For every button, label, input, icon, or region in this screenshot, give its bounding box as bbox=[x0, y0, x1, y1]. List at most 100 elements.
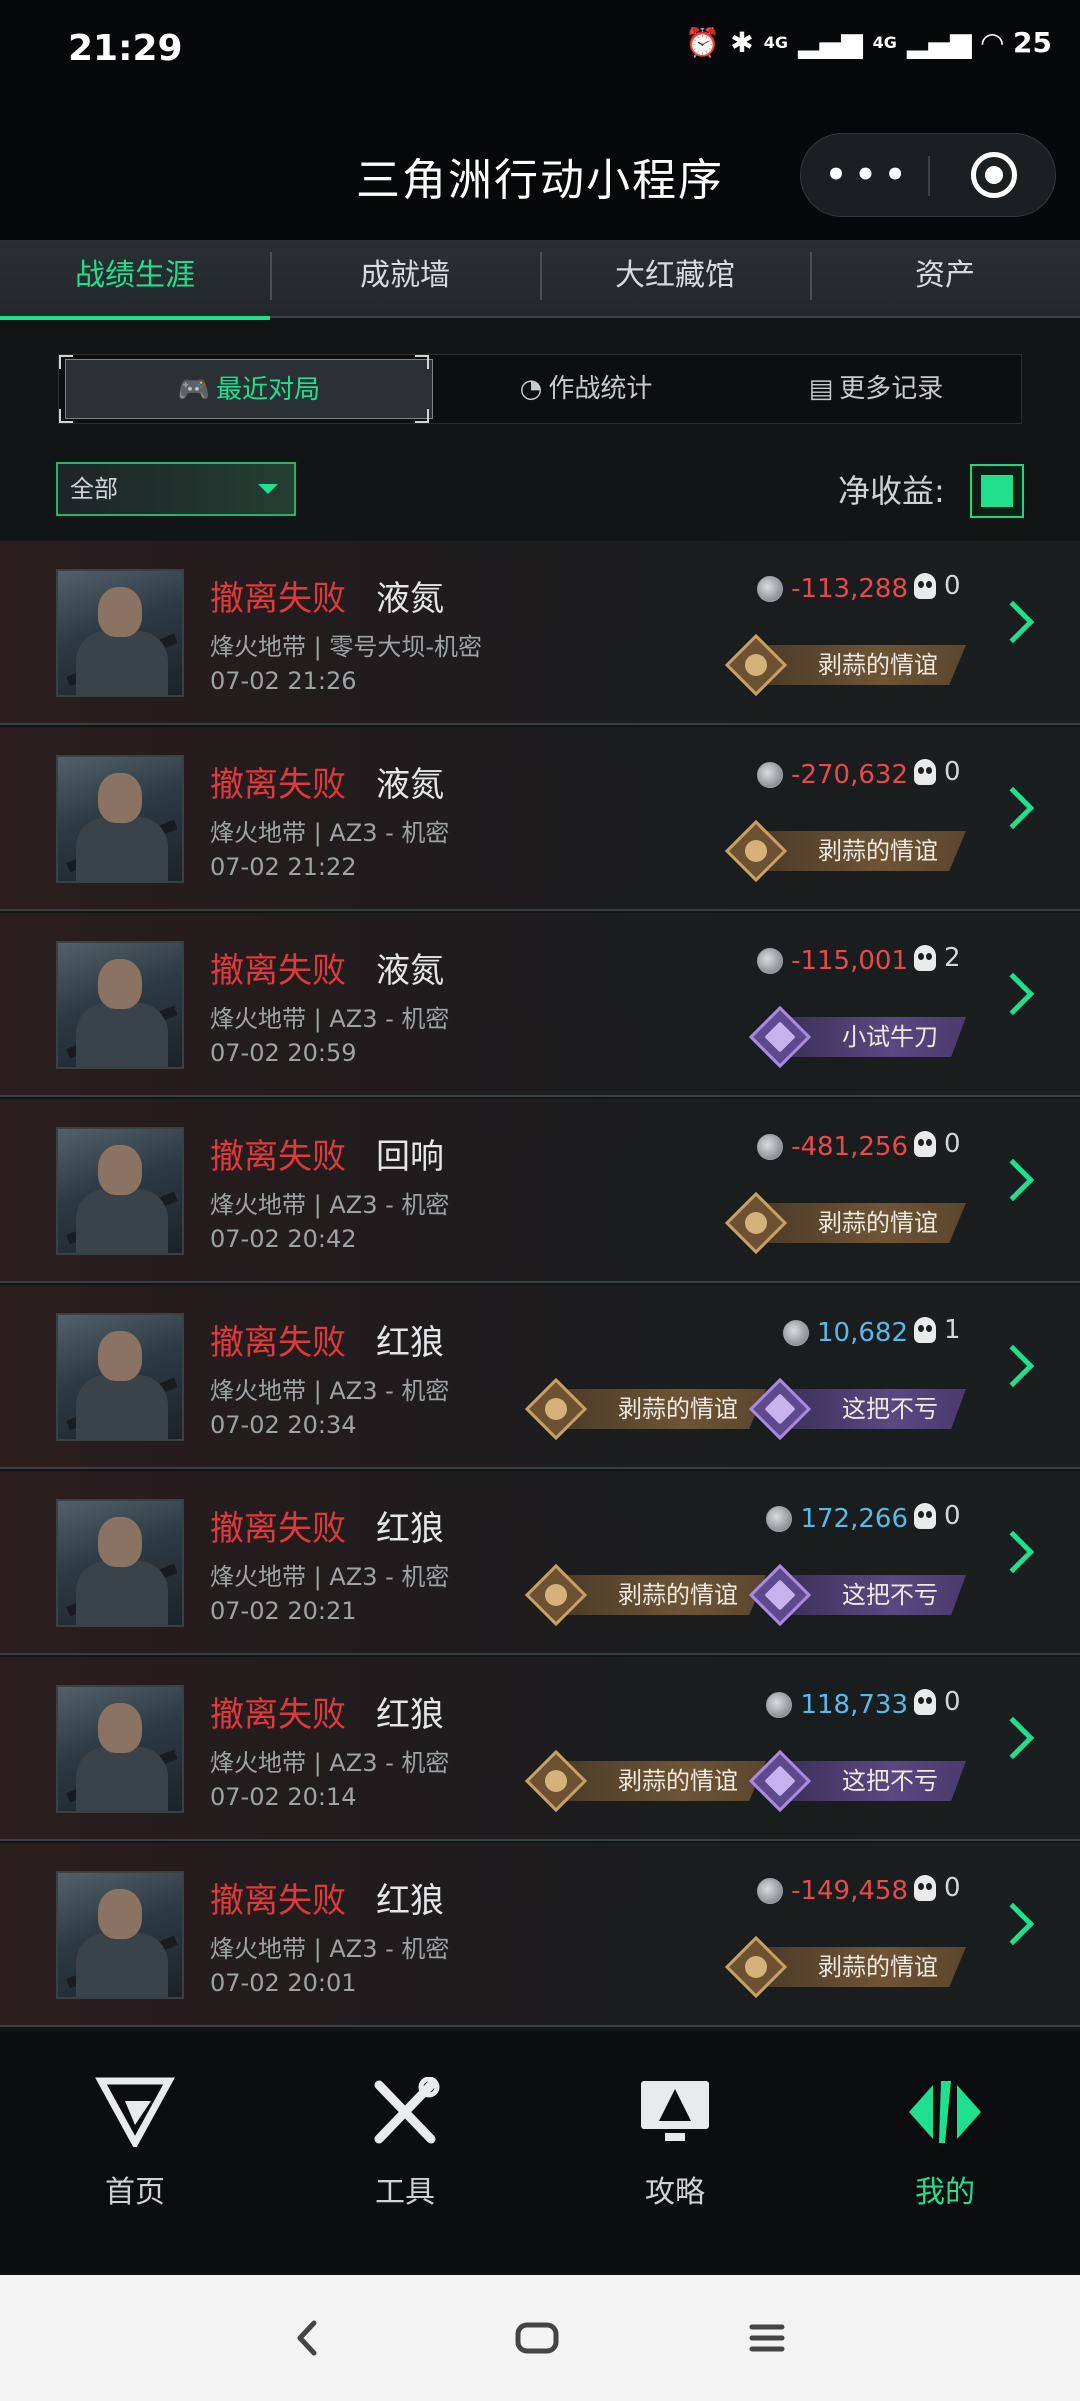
kills-value: 0 bbox=[944, 757, 961, 787]
crystal-icon bbox=[748, 1563, 812, 1627]
chevron-right-icon[interactable] bbox=[991, 1158, 1035, 1202]
home-logo-icon bbox=[95, 2077, 175, 2151]
match-income: 172,266 bbox=[766, 1504, 908, 1534]
badge-purple: 小试牛刀 bbox=[748, 1005, 966, 1069]
skull-icon bbox=[914, 759, 936, 785]
skull-icon bbox=[914, 1503, 936, 1529]
operator-avatar bbox=[56, 1127, 184, 1255]
badge-label: 剥蒜的情谊 bbox=[756, 1947, 966, 1987]
match-map: 烽火地带 | AZ3 - 机密 bbox=[210, 1191, 450, 1219]
match-date: 07-02 20:59 bbox=[210, 1039, 357, 1067]
medal-icon bbox=[724, 819, 788, 883]
tab-achievements[interactable]: 成就墙 bbox=[270, 240, 540, 318]
match-kills: 0 bbox=[914, 1501, 961, 1531]
coin-icon bbox=[757, 576, 784, 602]
corner-decoration bbox=[415, 355, 429, 369]
chevron-right-icon[interactable] bbox=[991, 1716, 1035, 1760]
coin-icon bbox=[757, 762, 784, 788]
tab-assets[interactable]: 资产 bbox=[810, 240, 1080, 318]
back-icon[interactable] bbox=[280, 2311, 334, 2365]
match-date: 07-02 20:21 bbox=[210, 1597, 357, 1625]
match-status: 撤离失败 bbox=[210, 1323, 346, 1363]
tab-collection[interactable]: 大红藏馆 bbox=[540, 240, 810, 318]
match-row[interactable]: 撤离失败 红狼 烽火地带 | AZ3 - 机密 07-02 20:01 -149,458… bbox=[0, 1843, 1080, 2027]
badge-label: 剥蒜的情谊 bbox=[756, 645, 966, 685]
segment-battle-stats[interactable]: ◔ 作战统计 bbox=[441, 355, 731, 423]
match-row[interactable]: 撤离失败 回响烽火地带 | AZ3 - 机密 07-02 20:42 -481,256… bbox=[0, 1099, 1080, 1283]
kills-value: 0 bbox=[944, 1873, 961, 1903]
battery-level: 25 bbox=[1013, 26, 1052, 59]
match-date: 07-02 20:14 bbox=[210, 1783, 357, 1811]
match-list: 撤离失败 液氮 烽火地带 | 零号大坝-机密 07-02 21:26 -113,288 0… bbox=[0, 541, 1080, 2031]
segment-more-records[interactable]: ▤ 更多记录 bbox=[731, 355, 1021, 423]
segment-label: 更多记录 bbox=[839, 374, 944, 404]
segment-control: 🎮 最近对局 ◔ 作战统计 ▤ 更多记录 bbox=[58, 354, 1022, 424]
match-date: 07-02 20:42 bbox=[210, 1225, 357, 1253]
badge-gold: 剥蒜的情谊 bbox=[524, 1377, 766, 1441]
operator-avatar bbox=[56, 941, 184, 1069]
corner-decoration bbox=[415, 409, 429, 423]
match-kills: 0 bbox=[914, 1687, 961, 1717]
operator-name: 液氮 bbox=[376, 579, 444, 619]
match-date: 07-02 20:01 bbox=[210, 1969, 357, 1997]
nav-guide[interactable]: 攻略 bbox=[540, 2077, 810, 2211]
chevron-right-icon[interactable] bbox=[991, 1530, 1035, 1574]
skull-icon bbox=[914, 573, 936, 599]
more-dots-icon[interactable]: • • • bbox=[801, 134, 928, 216]
match-row[interactable]: 撤离失败 红狼 烽火地带 | AZ3 - 机密 07-02 20:34 10,682 1 剥… bbox=[0, 1285, 1080, 1469]
nav-tools[interactable]: 工具 bbox=[270, 2076, 540, 2211]
status-bar: 21:29 ⏰ ✱ 4G ▂▄▆ 4G ▂▄▆ ◠ 25 bbox=[0, 0, 1080, 100]
income-value: 172,266 bbox=[800, 1504, 908, 1534]
match-date: 07-02 20:34 bbox=[210, 1411, 357, 1439]
coin-icon bbox=[766, 1692, 793, 1718]
match-income: 118,733 bbox=[766, 1690, 908, 1720]
nav-home[interactable]: 首页 bbox=[0, 2077, 270, 2211]
match-row[interactable]: 撤离失败 液氮 烽火地带 | AZ3 - 机密 07-02 21:22 -270,632… bbox=[0, 727, 1080, 911]
match-kills: 0 bbox=[914, 571, 961, 601]
chevron-right-icon[interactable] bbox=[991, 786, 1035, 830]
skull-icon bbox=[914, 1131, 936, 1157]
income-value: 10,682 bbox=[817, 1318, 908, 1348]
badge-gold: 剥蒜的情谊 bbox=[524, 1563, 766, 1627]
target-close-icon[interactable] bbox=[971, 152, 1017, 198]
chevron-right-icon[interactable] bbox=[991, 1344, 1035, 1388]
tools-icon bbox=[365, 2076, 445, 2147]
match-status: 撤离失败 bbox=[210, 1509, 346, 1549]
skull-icon bbox=[914, 1317, 936, 1343]
match-map: 烽火地带 | AZ3 - 机密 bbox=[210, 1377, 450, 1405]
operator-avatar bbox=[56, 755, 184, 883]
operator-name: 回响 bbox=[376, 1137, 444, 1177]
chevron-right-icon[interactable] bbox=[991, 972, 1035, 1016]
match-row[interactable]: 撤离失败 红狼 烽火地带 | AZ3 - 机密 07-02 20:21 172,266 0… bbox=[0, 1471, 1080, 1655]
operator-avatar bbox=[56, 569, 184, 697]
match-badges: 剥蒜的情谊 bbox=[724, 1191, 966, 1255]
alarm-icon: ⏰ bbox=[685, 26, 721, 59]
match-row[interactable]: 撤离失败 液氮 烽火地带 | AZ3 - 机密 07-02 20:59 -115,001… bbox=[0, 913, 1080, 1097]
kills-value: 0 bbox=[944, 1129, 961, 1159]
document-icon: ▤ bbox=[808, 374, 834, 404]
home-button-icon[interactable] bbox=[510, 2311, 564, 2365]
recent-apps-icon[interactable] bbox=[740, 2311, 794, 2365]
operator-name: 液氮 bbox=[376, 951, 444, 991]
operator-name: 红狼 bbox=[376, 1323, 444, 1363]
mode-filter-dropdown[interactable]: 全部 bbox=[56, 462, 296, 516]
pie-chart-icon: ◔ bbox=[519, 374, 543, 404]
segment-recent-matches[interactable]: 🎮 最近对局 bbox=[65, 359, 433, 419]
tab-career[interactable]: 战绩生涯 bbox=[0, 240, 270, 320]
match-map: 烽火地带 | AZ3 - 机密 bbox=[210, 1749, 450, 1777]
operator-name: 红狼 bbox=[376, 1881, 444, 1921]
chevron-right-icon[interactable] bbox=[991, 1902, 1035, 1946]
income-value: -149,458 bbox=[791, 1876, 908, 1906]
income-value: -481,256 bbox=[791, 1132, 908, 1162]
chevron-right-icon[interactable] bbox=[991, 600, 1035, 644]
medal-icon bbox=[724, 1191, 788, 1255]
match-row[interactable]: 撤离失败 红狼 烽火地带 | AZ3 - 机密 07-02 20:14 118,733 0… bbox=[0, 1657, 1080, 1841]
match-status: 撤离失败 bbox=[210, 1137, 346, 1177]
match-kills: 0 bbox=[914, 757, 961, 787]
nav-profile[interactable]: 我的 bbox=[810, 2077, 1080, 2211]
match-row[interactable]: 撤离失败 液氮 烽火地带 | 零号大坝-机密 07-02 21:26 -113,288 0… bbox=[0, 541, 1080, 725]
match-income: -481,256 bbox=[757, 1132, 908, 1162]
nav-label: 攻略 bbox=[645, 2175, 705, 2210]
net-income-checkbox[interactable] bbox=[970, 464, 1024, 518]
match-income: 10,682 bbox=[783, 1318, 908, 1348]
